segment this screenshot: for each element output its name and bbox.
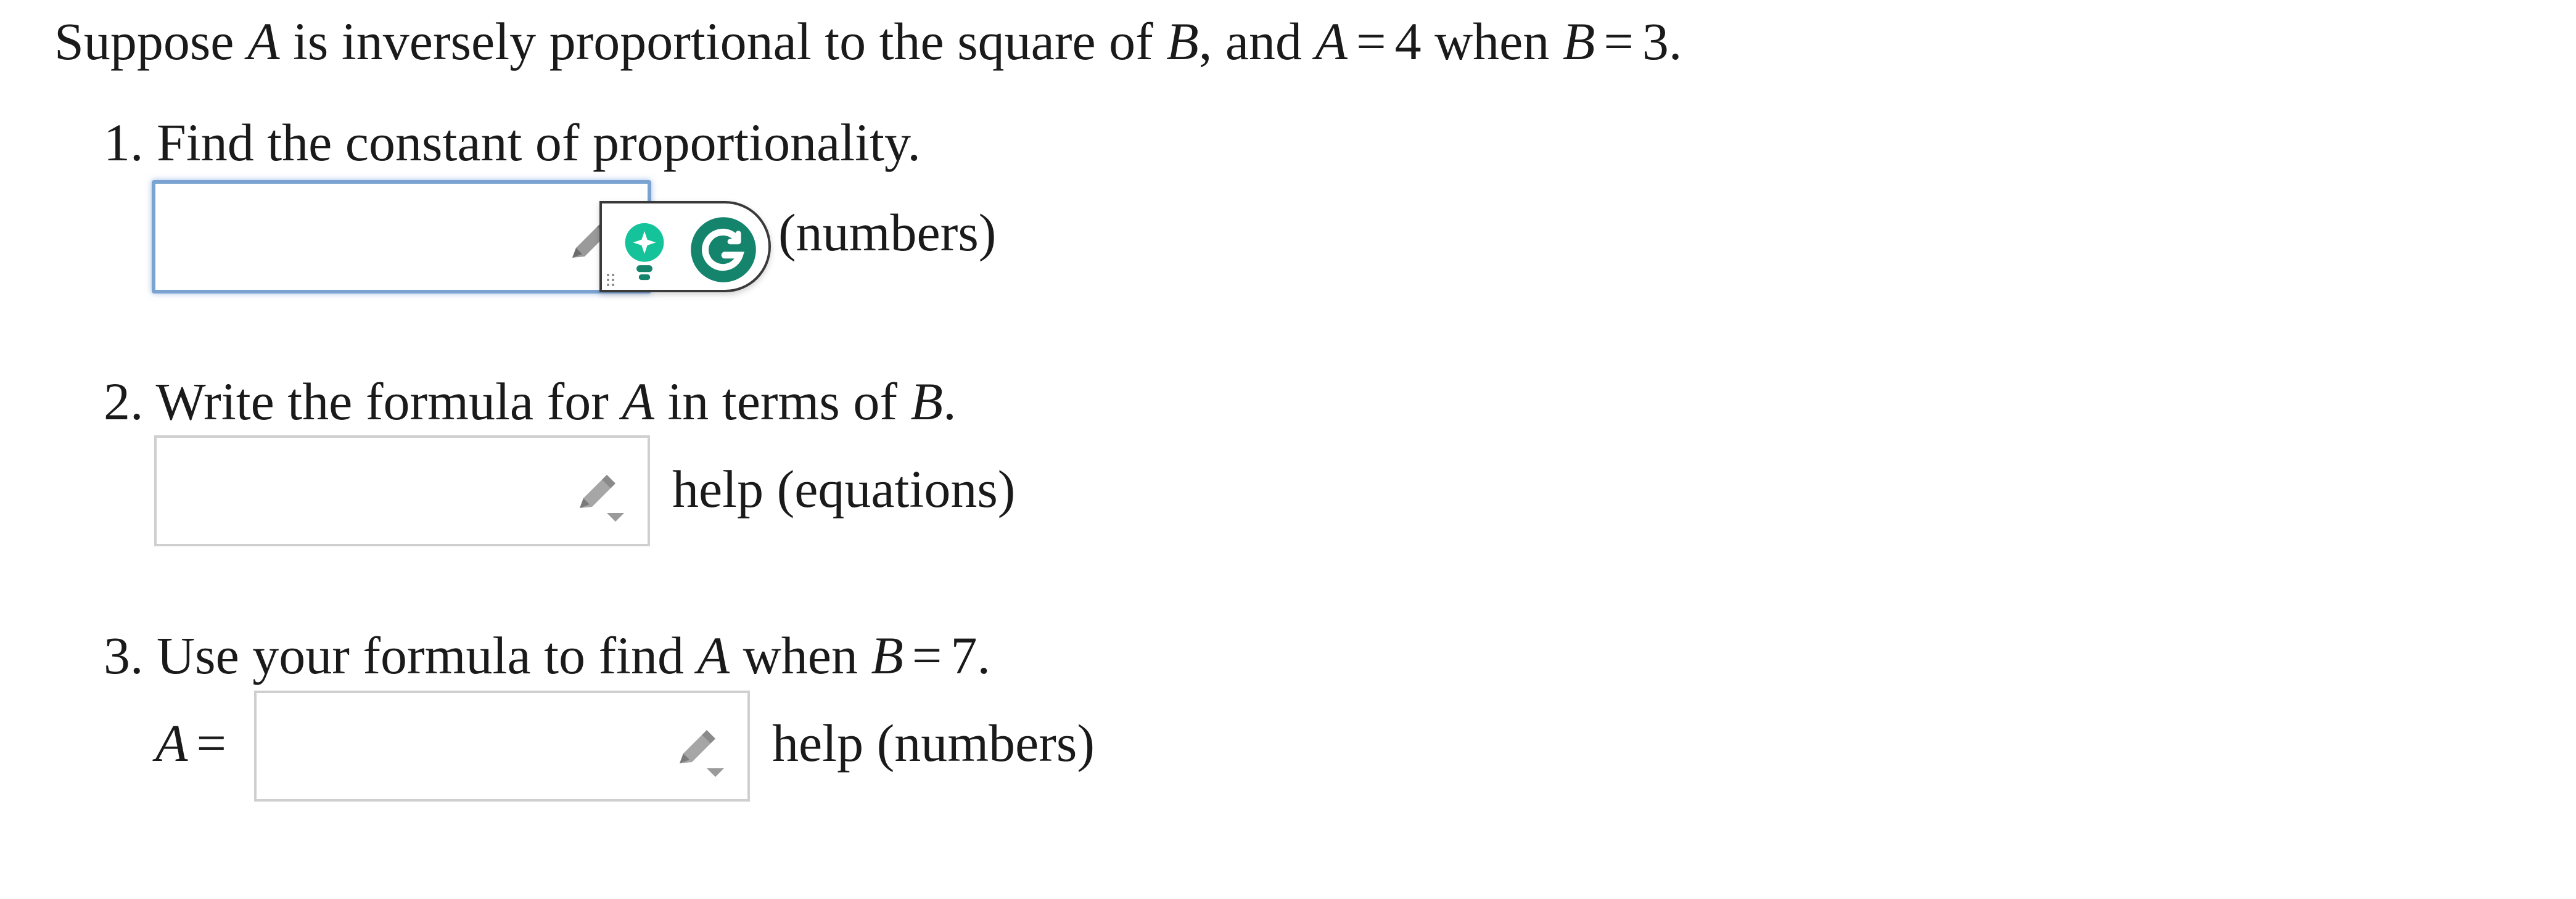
problem-page: Suppose A is inversely proportional to t… bbox=[0, 0, 2576, 899]
lightbulb-icon[interactable] bbox=[622, 222, 667, 281]
answer-input-1-box[interactable] bbox=[152, 180, 651, 294]
intro-text: is inversely proportional to the square … bbox=[279, 12, 1167, 71]
math-var: A bbox=[1315, 12, 1348, 71]
math-value: 3. bbox=[1642, 12, 1682, 71]
question-number: 2. bbox=[104, 372, 144, 431]
math-var: B bbox=[910, 372, 944, 431]
math-operator: = bbox=[1356, 12, 1386, 71]
math-var: A bbox=[155, 713, 188, 773]
question-3: 3. Use your formula to find A when B = 7. bbox=[104, 622, 990, 689]
math-operator: = bbox=[1603, 12, 1634, 71]
help-link-2[interactable]: help (equations) bbox=[672, 455, 1015, 523]
question-text: in terms of bbox=[654, 372, 911, 431]
intro-text: Suppose bbox=[54, 12, 247, 71]
math-operator: = bbox=[911, 626, 942, 685]
drag-handle-icon[interactable] bbox=[606, 273, 618, 287]
answer-input-3-box[interactable] bbox=[254, 691, 750, 802]
pencil-edit-icon[interactable] bbox=[675, 729, 724, 778]
math-var: A bbox=[697, 626, 730, 685]
math-value: 7. bbox=[950, 626, 990, 685]
math-var: B bbox=[871, 626, 903, 685]
question-text: . bbox=[943, 372, 957, 431]
answer-input-2-box[interactable] bbox=[154, 435, 650, 546]
math-var: A bbox=[247, 12, 280, 71]
math-value: 4 bbox=[1394, 12, 1422, 71]
answer-input-3[interactable] bbox=[257, 693, 747, 799]
grammarly-widget[interactable] bbox=[599, 201, 771, 292]
math-var: A bbox=[622, 372, 654, 431]
help-link-1[interactable]: (numbers) bbox=[778, 199, 996, 266]
intro-text: , and bbox=[1198, 12, 1315, 71]
question-number: 1. bbox=[104, 113, 144, 172]
question-text: Write the formula for bbox=[155, 372, 622, 431]
answer-input-2[interactable] bbox=[157, 438, 648, 544]
question-number: 3. bbox=[104, 626, 144, 685]
question-text: when bbox=[730, 626, 871, 685]
math-operator: = bbox=[196, 713, 227, 773]
math-var: B bbox=[1166, 12, 1199, 71]
intro-text: when bbox=[1421, 12, 1563, 71]
grammarly-g-icon[interactable] bbox=[689, 216, 757, 284]
question-1: 1. Find the constant of proportionality. bbox=[104, 109, 921, 176]
problem-statement: Suppose A is inversely proportional to t… bbox=[54, 7, 1682, 75]
answer-label-3: A = bbox=[155, 709, 235, 777]
help-link-3[interactable]: help (numbers) bbox=[772, 709, 1095, 777]
grammarly-widget-edge bbox=[599, 203, 602, 290]
question-text: Use your formula to find bbox=[157, 626, 697, 685]
math-var: B bbox=[1562, 12, 1595, 71]
question-2: 2. Write the formula for A in terms of B… bbox=[104, 367, 957, 435]
question-text: Find the constant of proportionality. bbox=[157, 113, 921, 172]
pencil-edit-icon[interactable] bbox=[575, 474, 624, 523]
